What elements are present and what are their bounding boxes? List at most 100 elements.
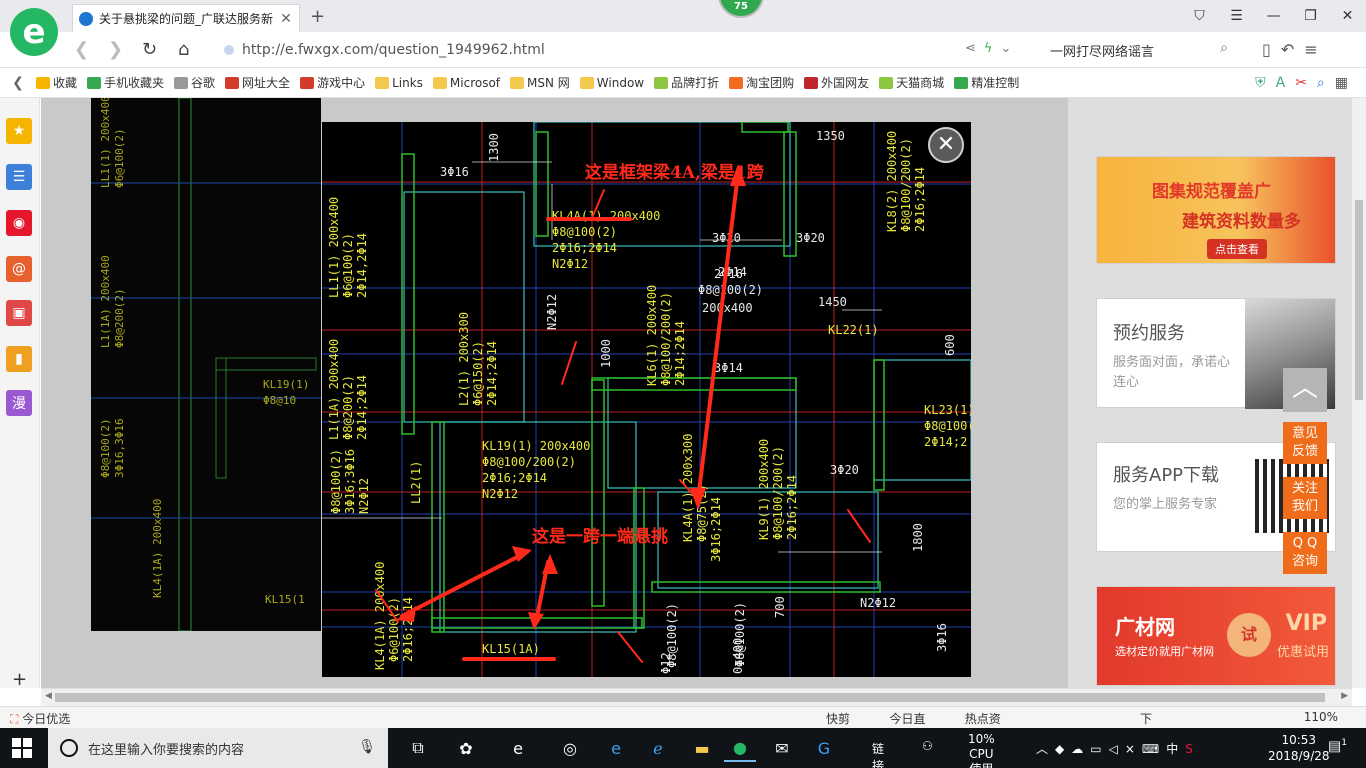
pinwheel-app-icon[interactable]: ✿ bbox=[450, 734, 482, 762]
comic-icon[interactable]: 漫 bbox=[6, 390, 32, 416]
home-icon[interactable]: ⌂ bbox=[178, 39, 189, 60]
bookmark-item[interactable]: Window bbox=[579, 76, 644, 90]
today-picks[interactable]: ⛶ 今日优选 bbox=[10, 710, 70, 727]
bookmark-item[interactable]: Links bbox=[375, 76, 423, 90]
glodon-app-icon[interactable]: G bbox=[808, 734, 840, 762]
task-view-icon[interactable]: ⧉ bbox=[402, 734, 434, 762]
volume-icon[interactable]: ◁× bbox=[1109, 742, 1142, 756]
bookmark-item[interactable]: 谷歌 bbox=[174, 74, 215, 91]
mail-icon[interactable]: @ bbox=[6, 256, 32, 282]
undo-icon[interactable]: ↶ bbox=[1281, 40, 1304, 59]
drawing-label: N2Φ12 bbox=[482, 487, 518, 501]
material-ad[interactable]: 广材网 选材定价就用广材网 试 VIP 优惠试用 bbox=[1096, 586, 1336, 686]
notification-bell-icon[interactable]: ◆ bbox=[1055, 742, 1071, 756]
scissors-icon[interactable]: ✂ bbox=[1295, 75, 1317, 91]
cloud-icon[interactable]: ☁ bbox=[1071, 742, 1090, 756]
bookmark-item[interactable]: 外国网友 bbox=[804, 74, 869, 91]
url-field[interactable]: http://e.fwxgx.com/question_1949962.html bbox=[224, 37, 1034, 63]
favorites-icon[interactable]: ★ bbox=[6, 118, 32, 144]
horizontal-scrollbar[interactable]: ◀ ▶ bbox=[41, 688, 1352, 706]
scroll-right-icon[interactable]: ▶ bbox=[1341, 691, 1348, 701]
search-icon[interactable]: ⌕ bbox=[1220, 40, 1228, 56]
cpu-usage[interactable]: 10% CPU使用 bbox=[968, 732, 995, 768]
minimize-icon[interactable]: — bbox=[1255, 0, 1292, 32]
bookmark-item[interactable]: 淘宝团购 bbox=[729, 74, 794, 91]
feedback-button[interactable]: 意见 反馈 bbox=[1283, 422, 1327, 464]
book-icon[interactable]: ▮ bbox=[6, 346, 32, 372]
windows-start-icon[interactable] bbox=[12, 738, 32, 758]
bookmark-item[interactable]: 游戏中心 bbox=[300, 74, 365, 91]
clock[interactable]: 10:53 2018/9/28 bbox=[1268, 732, 1330, 764]
address-tools: ⋖ϟ⌄ bbox=[965, 41, 1019, 56]
weibo-icon[interactable]: ◉ bbox=[6, 210, 32, 236]
bookmark-item[interactable]: 天猫商城 bbox=[879, 74, 944, 91]
sogou-icon[interactable]: S bbox=[1185, 742, 1200, 756]
people-icon[interactable]: ⚇ bbox=[922, 739, 933, 753]
mail-icon[interactable]: ✉ bbox=[766, 734, 798, 762]
close-tab-icon[interactable]: ✕ bbox=[279, 11, 293, 27]
shirt-icon[interactable]: ⛉ bbox=[1181, 0, 1218, 32]
browser-logo[interactable]: e bbox=[10, 8, 58, 56]
follow-button[interactable]: 关注 我们 bbox=[1283, 477, 1327, 519]
cortana-icon[interactable] bbox=[60, 739, 78, 757]
search-tool-icon[interactable]: ⌕ bbox=[1317, 75, 1335, 91]
bookmark-item[interactable]: 收藏 bbox=[36, 74, 77, 91]
bookmark-item[interactable]: 品牌打折 bbox=[654, 74, 719, 91]
more-icon[interactable]: ≡ bbox=[1304, 40, 1327, 59]
translate-icon[interactable]: A bbox=[1276, 75, 1296, 91]
ie-browser-icon[interactable]: e bbox=[502, 734, 534, 762]
internet-explorer-icon[interactable]: ℯ bbox=[642, 734, 674, 762]
url-text: http://e.fwxgx.com/question_1949962.html bbox=[242, 42, 545, 58]
news-icon[interactable]: ☰ bbox=[6, 164, 32, 190]
apps-icon[interactable]: ▦ bbox=[1335, 75, 1358, 91]
taskbar-search-input[interactable]: 在这里输入你要搜索的内容 🎙 bbox=[48, 728, 388, 768]
maximize-icon[interactable]: ❐ bbox=[1292, 0, 1329, 32]
flash-icon[interactable]: ϟ bbox=[984, 41, 1001, 56]
refresh-icon[interactable]: ↻ bbox=[142, 39, 157, 60]
dropdown-icon[interactable]: ⌄ bbox=[1000, 41, 1019, 56]
add-sidebar-icon[interactable]: + bbox=[12, 669, 27, 690]
bookmark-item[interactable]: 手机收藏夹 bbox=[87, 74, 164, 91]
back-icon[interactable]: ❮ bbox=[74, 39, 89, 60]
forward-icon[interactable]: ❯ bbox=[108, 39, 123, 60]
new-tab-button[interactable]: + bbox=[310, 6, 325, 27]
bookmark-item[interactable]: 精准控制 bbox=[954, 74, 1019, 91]
share-icon[interactable]: ⋖ bbox=[965, 41, 984, 56]
drawing-label: KL23(1) bbox=[924, 403, 971, 417]
close-window-icon[interactable]: ✕ bbox=[1329, 0, 1366, 32]
link-label[interactable]: 链接 bbox=[872, 740, 884, 768]
image-lightbox[interactable]: 这是框架梁4A,梁是1跨 这是一跨一端悬挑 KL4A(1) 200x400 Φ8@10… bbox=[322, 122, 971, 677]
bookmark-item[interactable]: MSN 网 bbox=[510, 74, 570, 91]
microphone-icon[interactable]: 🎙 bbox=[358, 739, 376, 755]
browser-tab[interactable]: 关于悬挑梁的问题_广联达服务新 ✕ bbox=[72, 4, 300, 32]
horizontal-scroll-thumb[interactable] bbox=[55, 693, 1325, 702]
close-lightbox-button[interactable]: ✕ bbox=[928, 127, 964, 163]
qq-consult-button[interactable]: Q Q 咨询 bbox=[1283, 532, 1327, 574]
notification-badge[interactable]: 75 bbox=[718, 0, 764, 18]
vertical-scrollbar[interactable] bbox=[1352, 98, 1366, 688]
back-to-top-button[interactable]: ︿ bbox=[1283, 368, 1327, 412]
ime-label[interactable]: 中 bbox=[1166, 742, 1185, 756]
scroll-left-icon[interactable]: ◀ bbox=[45, 691, 52, 701]
menu-icon[interactable]: ☰ bbox=[1218, 0, 1255, 32]
edge-icon[interactable]: e bbox=[600, 734, 632, 762]
shield-icon[interactable]: ⛨ bbox=[1255, 75, 1276, 91]
phone-icon[interactable]: ▯ bbox=[1262, 40, 1281, 59]
bookmark-item[interactable]: Microsof bbox=[432, 76, 500, 90]
promo-button[interactable]: 点击查看 bbox=[1207, 239, 1267, 259]
promo-banner[interactable]: 图集规范覆盖广 建筑资料数量多 点击查看 bbox=[1096, 156, 1336, 264]
page-info-icon[interactable] bbox=[224, 45, 234, 55]
chrome-like-icon[interactable]: ◎ bbox=[554, 734, 586, 762]
search-input[interactable]: 一网打尽网络谣言 ⌕ bbox=[1040, 36, 1240, 64]
chevron-up-icon[interactable]: ︿ bbox=[1036, 742, 1055, 756]
vertical-scroll-thumb[interactable] bbox=[1355, 200, 1363, 400]
app-window: 关于悬挑梁的问题_广联达服务新 ✕ + 75 ⛉ ☰ — ❐ ✕ e ❮ ❯ ↻… bbox=[0, 0, 1366, 768]
game-icon[interactable]: ▣ bbox=[6, 300, 32, 326]
keyboard-icon[interactable]: ⌨ bbox=[1142, 742, 1166, 756]
file-explorer-icon[interactable]: ▬ bbox=[686, 734, 718, 762]
sidebar-toggle-icon[interactable]: ❮ bbox=[0, 75, 36, 91]
network-icon[interactable]: ▭ bbox=[1090, 742, 1108, 756]
360-browser-icon[interactable]: ● bbox=[724, 734, 756, 762]
action-center-icon[interactable]: ▤1 bbox=[1328, 738, 1347, 755]
bookmark-item[interactable]: 网址大全 bbox=[225, 74, 290, 91]
